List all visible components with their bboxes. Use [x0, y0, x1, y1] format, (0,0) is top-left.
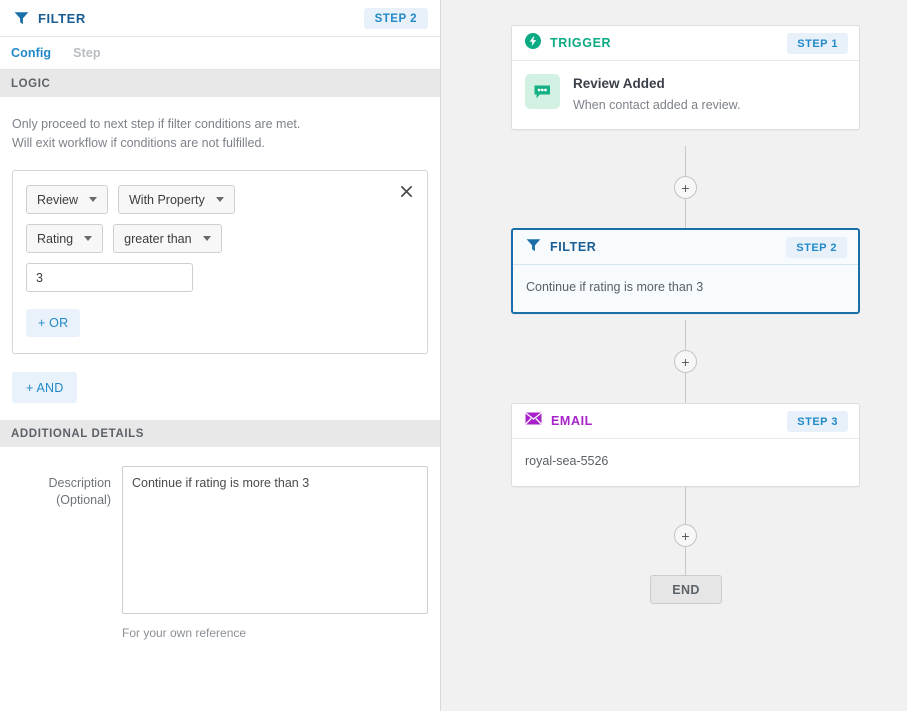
additional-details-header: ADDITIONAL DETAILS [0, 420, 440, 447]
match-type-dropdown-label: With Property [129, 192, 205, 207]
filter-header-left: FILTER [526, 238, 596, 257]
trigger-name: Review Added [573, 76, 665, 91]
description-label: Description (Optional) [12, 466, 122, 640]
panel-header-left: FILTER [14, 11, 86, 26]
filter-config-panel: FILTER STEP 2 Config Step LOGIC Only pro… [0, 0, 441, 711]
email-card-title: EMAIL [551, 414, 593, 428]
envelope-icon [525, 412, 542, 430]
object-dropdown-label: Review [37, 192, 78, 207]
workflow-node-trigger[interactable]: TRIGGER STEP 1 Review Added When contact… [511, 25, 860, 130]
logic-section-title: LOGIC [11, 77, 51, 90]
email-step-badge: STEP 3 [787, 410, 848, 432]
workflow-canvas: TRIGGER STEP 1 Review Added When contact… [441, 0, 907, 711]
connector-line [685, 544, 686, 576]
field-dropdown-label: Rating [37, 231, 74, 246]
condition-group: Review With Property Rating greater than [12, 170, 428, 354]
add-or-condition-button[interactable]: + OR [26, 309, 81, 337]
funnel-icon [526, 238, 541, 257]
email-card-body: royal-sea-5526 [525, 454, 609, 468]
description-label-line2: (Optional) [56, 493, 111, 507]
field-dropdown[interactable]: Rating [26, 224, 104, 253]
hint-line-2: Will exit workflow if conditions are not… [12, 136, 265, 150]
trigger-header-left: TRIGGER [525, 32, 612, 54]
logic-body: Only proceed to next step if filter cond… [0, 97, 440, 354]
operator-dropdown-label: greater than [124, 231, 192, 246]
chevron-down-icon [89, 197, 97, 202]
page-title: FILTER [38, 10, 86, 26]
trigger-card-body: Review Added When contact added a review… [512, 61, 859, 129]
status-badge: STEP 2 [363, 7, 428, 29]
workflow-flow: TRIGGER STEP 1 Review Added When contact… [441, 0, 907, 711]
add-and-condition-button[interactable]: + AND [12, 372, 78, 403]
description-label-line1: Description [48, 476, 111, 490]
or-button-wrap: + OR [26, 309, 414, 337]
match-type-dropdown[interactable]: With Property [118, 185, 235, 214]
email-card-header: EMAIL STEP 3 [512, 404, 859, 439]
condition-row-value [26, 263, 414, 292]
trigger-card-header: TRIGGER STEP 1 [512, 26, 859, 61]
condition-value-input[interactable] [26, 263, 193, 292]
end-label: END [672, 582, 700, 597]
add-step-button[interactable]: + [674, 524, 697, 547]
tab-config[interactable]: Config [11, 46, 51, 60]
chevron-down-icon [202, 236, 211, 241]
close-icon[interactable] [396, 181, 416, 201]
object-dropdown[interactable]: Review [26, 185, 108, 214]
connector-line [685, 196, 686, 229]
filter-card-body: Continue if rating is more than 3 [526, 280, 704, 294]
filter-card-header: FILTER STEP 2 [513, 230, 858, 265]
description-column: For your own reference [122, 466, 428, 640]
add-step-button[interactable]: + [674, 176, 697, 199]
workflow-node-filter[interactable]: FILTER STEP 2 Continue if rating is more… [511, 228, 860, 314]
lightning-bolt-icon [525, 32, 541, 54]
condition-row-field: Rating greater than [26, 224, 414, 253]
plus-icon: + [681, 179, 690, 196]
panel-header: FILTER STEP 2 [0, 0, 440, 37]
additional-details-body: Description (Optional) For your own refe… [0, 447, 440, 640]
description-textarea[interactable] [122, 466, 428, 614]
trigger-card-title: TRIGGER [550, 36, 612, 50]
description-helper-text: For your own reference [122, 626, 247, 640]
tabs: Config Step [0, 37, 440, 70]
funnel-icon [14, 11, 29, 25]
operator-dropdown[interactable]: greater than [113, 224, 222, 253]
add-step-button[interactable]: + [674, 350, 697, 373]
logic-section-header: LOGIC [0, 70, 440, 97]
workflow-end-node[interactable]: END [650, 575, 722, 604]
chevron-down-icon [84, 236, 93, 241]
filter-card-title: FILTER [550, 240, 597, 254]
speech-bubble-icon [525, 74, 560, 109]
plus-icon: + [681, 527, 690, 544]
hint-line-1: Only proceed to next step if filter cond… [12, 117, 301, 131]
condition-row-object: Review With Property [26, 185, 414, 214]
tab-step[interactable]: Step [73, 46, 101, 60]
plus-icon: + [681, 353, 690, 370]
email-header-left: EMAIL [525, 412, 593, 430]
workflow-editor: FILTER STEP 2 Config Step LOGIC Only pro… [0, 0, 907, 711]
additional-details-title: ADDITIONAL DETAILS [11, 427, 145, 440]
chevron-down-icon [215, 197, 224, 202]
filter-step-badge: STEP 2 [786, 236, 847, 258]
workflow-node-email[interactable]: EMAIL STEP 3 royal-sea-5526 [511, 403, 860, 487]
connector-line [685, 370, 686, 403]
trigger-step-badge: STEP 1 [787, 32, 848, 54]
and-button-wrap: + AND [0, 354, 440, 420]
connector-line [685, 486, 686, 528]
trigger-subtitle: When contact added a review. [573, 98, 741, 112]
trigger-texts: Review Added When contact added a review… [573, 74, 740, 114]
